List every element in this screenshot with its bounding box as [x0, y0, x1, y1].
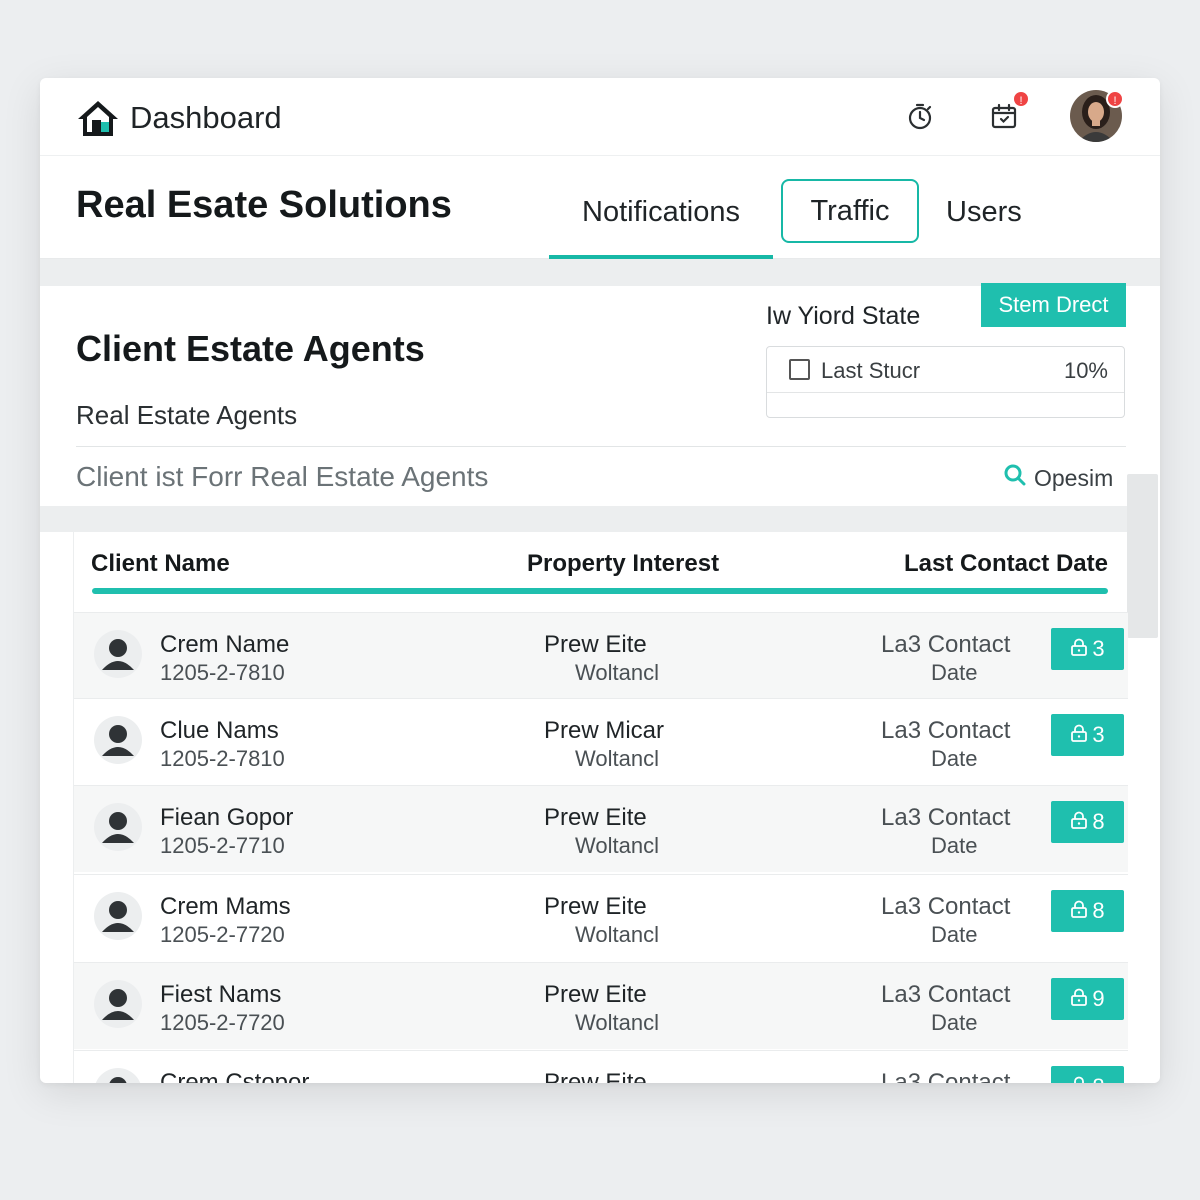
column-header-last-contact-date[interactable]: Last Contact Date — [904, 550, 1108, 578]
app-window: Dashboard ! ! Real Esate Solutions Notif… — [40, 78, 1160, 1083]
lock-icon — [1070, 722, 1088, 748]
person-icon — [94, 892, 142, 940]
scrollbar[interactable] — [1127, 474, 1158, 638]
last-contact-date: La3 Contact — [881, 717, 1011, 744]
column-header-client-name[interactable]: Client Name — [91, 550, 230, 578]
search-icon — [1002, 462, 1028, 494]
notification-badge: ! — [1012, 90, 1030, 108]
table-row[interactable]: Crem Name 1205-2-7810 Prew Eite Woltancl… — [74, 612, 1128, 699]
table-row[interactable]: Crem Mams 1205-2-7720 Prew Eite Woltancl… — [74, 874, 1128, 961]
home-icon[interactable] — [76, 98, 120, 140]
row-action-count: 9 — [1092, 986, 1105, 1011]
property-interest: Prew Eite — [544, 804, 647, 831]
tab-users[interactable]: Users — [946, 196, 1022, 229]
person-icon — [94, 980, 142, 1028]
client-name[interactable]: Fiest Nams — [160, 981, 281, 1009]
property-interest-sub: Woltancl — [575, 1010, 659, 1035]
app-title: Dashboard — [130, 100, 282, 135]
last-contact-date: La3 Contact — [881, 631, 1011, 658]
client-phone: 1205-2-7810 — [160, 660, 285, 685]
last-contact-date: La3 Contact — [881, 981, 1011, 1008]
client-phone: 1205-2-7720 — [160, 1010, 285, 1035]
client-phone: 1205-2-7810 — [160, 746, 285, 771]
column-header-property-interest[interactable]: Property Interest — [527, 550, 719, 578]
client-name[interactable]: Crem Name — [160, 631, 289, 659]
state-item-label: Last Stucr — [821, 358, 921, 383]
client-name[interactable]: Crem Mams — [160, 893, 291, 921]
state-label: Iw Yiord State — [766, 302, 921, 330]
state-panel: Last Stucr 10% — [766, 346, 1125, 418]
property-interest: Prew Eite — [544, 981, 647, 1008]
property-interest: Prew Eite — [544, 1069, 647, 1083]
last-contact-date: La3 Contact — [881, 1069, 1011, 1083]
page-title: Real Esate Solutions — [76, 184, 452, 226]
table-row[interactable]: Fiean Gopor 1205-2-7710 Prew Eite Woltan… — [74, 785, 1128, 872]
section-separator — [40, 259, 1160, 286]
calendar-icon[interactable]: ! — [984, 90, 1030, 136]
tab-notifications[interactable]: Notifications — [549, 180, 773, 259]
state-row[interactable]: Last Stucr 10% — [767, 347, 1124, 393]
property-interest: Prew Micar — [544, 717, 665, 744]
property-interest-sub: Woltancl — [575, 746, 659, 771]
property-interest: Prew Eite — [544, 631, 647, 658]
client-name[interactable]: Crem Cstopor — [160, 1069, 309, 1083]
top-bar: Dashboard ! ! — [40, 78, 1160, 156]
person-icon — [94, 716, 142, 764]
last-contact-date-sub: Date — [931, 1010, 978, 1035]
search-link[interactable]: Opesim — [1002, 462, 1113, 494]
stem-direct-button[interactable]: Stem Drect — [981, 283, 1126, 327]
last-contact-date: La3 Contact — [881, 893, 1011, 920]
table-row[interactable]: Crem Cstopor Prew Eite La3 Contact 8 — [74, 1050, 1128, 1083]
search-link-label: Opesim — [1034, 464, 1114, 491]
timer-icon[interactable] — [900, 96, 940, 136]
clients-table: Client Name Property Interest Last Conta… — [73, 532, 1128, 1083]
row-action-count: 8 — [1092, 809, 1105, 834]
row-action-count: 8 — [1092, 898, 1105, 923]
row-action-button[interactable]: 8 — [1051, 1066, 1124, 1083]
client-phone: 1205-2-7720 — [160, 922, 285, 947]
tab-traffic[interactable]: Traffic — [781, 179, 919, 243]
lock-icon — [1070, 1074, 1088, 1083]
table-header: Client Name Property Interest Last Conta… — [74, 532, 1128, 612]
client-list-label: Client ist Forr Real Estate Agents — [76, 461, 489, 492]
last-contact-date-sub: Date — [931, 833, 978, 858]
state-item-value: 10% — [1063, 358, 1108, 383]
section-title: Client Estate Agents — [76, 328, 425, 369]
row-action-button[interactable]: 8 — [1051, 801, 1124, 843]
last-contact-date-sub: Date — [931, 746, 978, 771]
row-action-button[interactable]: 8 — [1051, 890, 1124, 932]
lock-icon — [1070, 898, 1088, 924]
row-action-count: 3 — [1092, 636, 1105, 661]
property-interest: Prew Eite — [544, 893, 647, 920]
last-contact-date-sub: Date — [931, 922, 978, 947]
client-name[interactable]: Clue Nams — [160, 717, 279, 745]
person-icon — [94, 1068, 142, 1083]
row-action-count: 8 — [1092, 1074, 1104, 1083]
lock-icon — [1070, 636, 1088, 662]
client-name[interactable]: Fiean Gopor — [160, 804, 293, 832]
property-interest-sub: Woltancl — [575, 922, 659, 947]
lock-icon — [1070, 986, 1088, 1012]
header-accent-bar — [92, 588, 1108, 594]
checkbox[interactable] — [789, 359, 810, 380]
row-action-button[interactable]: 9 — [1051, 978, 1124, 1020]
table-separator — [40, 506, 1127, 532]
table-row[interactable]: Clue Nams 1205-2-7810 Prew Micar Woltanc… — [74, 698, 1128, 785]
client-phone: 1205-2-7710 — [160, 833, 285, 858]
property-interest-sub: Woltancl — [575, 660, 659, 685]
last-contact-date-sub: Date — [931, 660, 978, 685]
table-row[interactable]: Fiest Nams 1205-2-7720 Prew Eite Woltanc… — [74, 962, 1128, 1049]
header-row: Real Esate Solutions Notifications Traff… — [40, 156, 1160, 259]
last-contact-date: La3 Contact — [881, 804, 1011, 831]
row-action-button[interactable]: 3 — [1051, 628, 1124, 670]
person-icon — [94, 803, 142, 851]
property-interest-sub: Woltancl — [575, 833, 659, 858]
avatar-badge: ! — [1106, 90, 1124, 108]
person-icon — [94, 630, 142, 678]
section-subtitle: Real Estate Agents — [76, 400, 298, 430]
lock-icon — [1070, 809, 1088, 835]
row-action-button[interactable]: 3 — [1051, 714, 1124, 756]
divider — [76, 446, 1126, 447]
row-action-count: 3 — [1092, 722, 1105, 747]
